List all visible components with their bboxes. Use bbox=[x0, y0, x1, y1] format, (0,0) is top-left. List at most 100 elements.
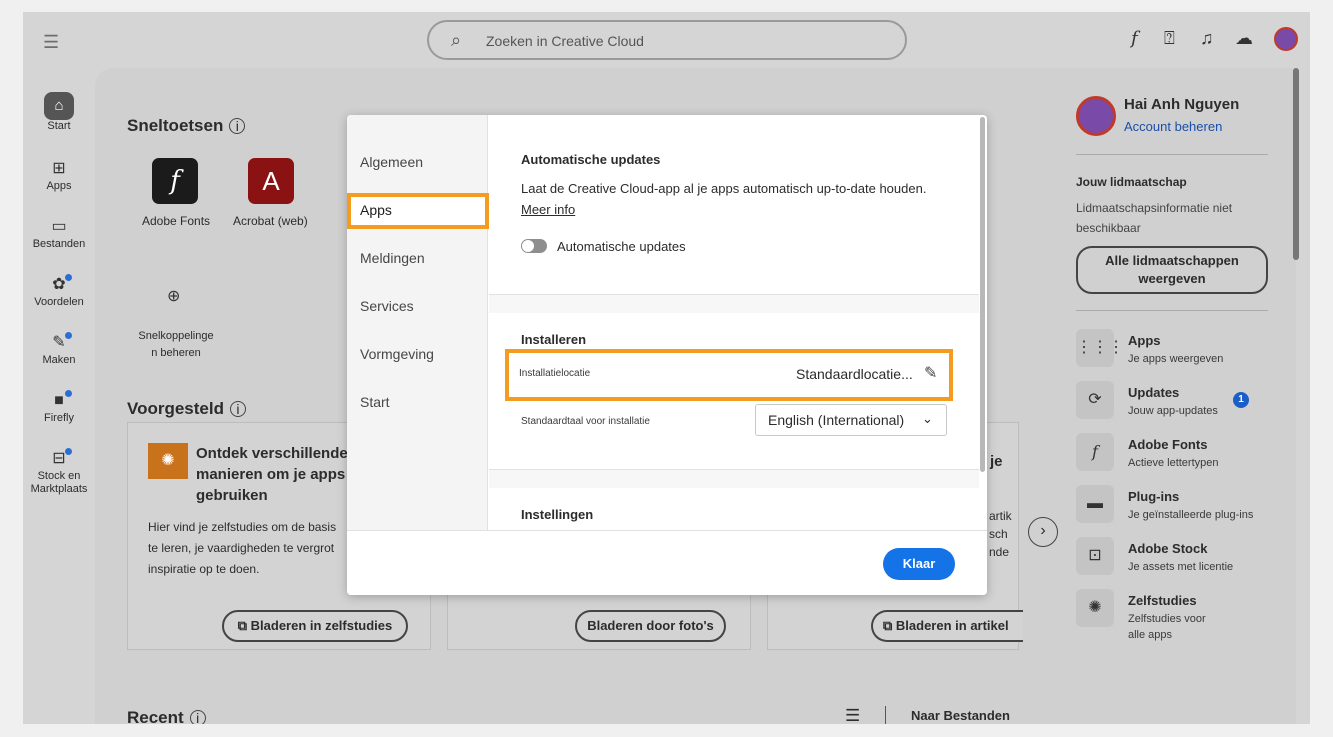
shortcuts-title: Sneltoetsen bbox=[127, 116, 224, 135]
user-name: Hai Anh Nguyen bbox=[1124, 96, 1240, 113]
manage-shortcuts-link[interactable]: Snelkoppelinge n beheren bbox=[134, 328, 218, 362]
acrobat-app-icon[interactable]: A bbox=[248, 158, 294, 204]
rail-item-bestanden[interactable]: ▭ Bestanden bbox=[23, 216, 95, 250]
nav-general[interactable]: Algemeen bbox=[360, 154, 423, 170]
plugins-link[interactable]: Plug-ins bbox=[1128, 489, 1179, 504]
rail-label: Bestanden bbox=[32, 238, 86, 250]
browse-photos-button[interactable]: Bladeren door foto's bbox=[575, 610, 726, 642]
plugin-icon[interactable]: ▬ bbox=[1076, 485, 1114, 523]
folder-icon: ▭ bbox=[51, 218, 67, 235]
updates-link[interactable]: Updates bbox=[1128, 385, 1179, 400]
home-icon: ⌂ bbox=[44, 92, 74, 120]
all-memberships-button[interactable]: Alle lidmaatschappen weergeven bbox=[1076, 246, 1268, 294]
cloud-icon[interactable]: ☁ bbox=[1235, 28, 1253, 49]
card-body: Hier vind je zelfstudies om de basis te … bbox=[148, 517, 336, 580]
notification-dot bbox=[65, 390, 72, 397]
browse-tutorials-button[interactable]: ⧉ Bladeren in zelfstudies bbox=[222, 610, 408, 642]
help-icon[interactable]: ⍰ bbox=[1164, 28, 1175, 49]
card-body-line: Hier vind je zelfstudies om de basis bbox=[148, 520, 337, 534]
more-info-link[interactable]: Meer info bbox=[521, 202, 575, 217]
adobe-fonts-label: Adobe Fonts bbox=[142, 214, 211, 228]
membership-title: Jouw lidmaatschap bbox=[1076, 175, 1187, 189]
search-input[interactable]: ⌕ Zoeken in Creative Cloud bbox=[427, 20, 907, 60]
fonts-sub: Actieve lettertypen bbox=[1128, 457, 1219, 469]
add-shortcut-icon[interactable]: ⊕ bbox=[167, 286, 180, 306]
bell-icon[interactable]: ♫ bbox=[1200, 28, 1214, 49]
card-title: Ontdek verschillende manieren om je apps… bbox=[196, 443, 354, 506]
refresh-icon[interactable]: ⟳ bbox=[1076, 381, 1114, 419]
rail-label: Stock en bbox=[37, 470, 81, 482]
rail-item-stock[interactable]: ⊟ Stock en Marktplaats bbox=[23, 448, 95, 496]
chevron-right-icon[interactable]: › bbox=[1028, 517, 1058, 547]
gift-icon: ✿ bbox=[52, 276, 66, 293]
dialog-footer: Klaar bbox=[347, 530, 987, 595]
card-body-line: inspiratie op te doen. bbox=[148, 562, 260, 576]
rail-label: Firefly bbox=[44, 412, 74, 424]
button-label: Bladeren door foto's bbox=[587, 618, 714, 633]
suggested-title: Voorgesteld bbox=[127, 399, 224, 418]
edit-pencil-icon[interactable]: ✎ bbox=[924, 363, 937, 383]
nav-apps-label: Apps bbox=[360, 202, 392, 218]
preferences-content: Automatische updates Laat de Creative Cl… bbox=[489, 115, 979, 530]
avatar[interactable] bbox=[1274, 27, 1298, 51]
notification-dot bbox=[65, 448, 72, 455]
fonts-icon[interactable]: f bbox=[1076, 433, 1114, 471]
divider bbox=[1076, 310, 1268, 311]
rail-item-maken[interactable]: ✎ Maken bbox=[23, 332, 95, 366]
nav-apps-selected[interactable]: Apps bbox=[347, 193, 489, 229]
user-avatar[interactable] bbox=[1076, 96, 1116, 136]
info-icon[interactable]: i bbox=[229, 118, 246, 134]
chevron-down-icon: ⌄ bbox=[922, 411, 933, 426]
notification-dot bbox=[65, 332, 72, 339]
card-title-line: Ontdek verschillende bbox=[196, 445, 348, 462]
to-files-link[interactable]: Naar Bestanden bbox=[911, 708, 1010, 723]
fonts-icon[interactable]: f bbox=[1131, 28, 1138, 49]
tutorials-sub: Zelfstudies voor alle apps bbox=[1128, 613, 1206, 641]
install-title: Installeren bbox=[521, 332, 587, 347]
install-location-label: Installatielocatie bbox=[519, 368, 591, 379]
external-link-icon: ⧉ bbox=[883, 618, 896, 633]
create-icon: ✎ bbox=[52, 334, 66, 351]
stock-icon[interactable]: ⊡ bbox=[1076, 537, 1114, 575]
install-location-row[interactable]: Installatielocatie Standaardlocatie... ✎ bbox=[505, 349, 953, 401]
button-label: Bladeren in artikel bbox=[895, 618, 1009, 633]
card-body: artik sch nde bbox=[989, 507, 1012, 561]
rail-item-start[interactable]: ⌂ Start bbox=[23, 92, 95, 132]
app-window: ☰ ⌕ Zoeken in Creative Cloud f ⍰ ♫ ☁ ⌂ S… bbox=[23, 12, 1310, 724]
notification-dot bbox=[65, 274, 72, 281]
default-language-select[interactable]: English (International) ⌄ bbox=[755, 404, 947, 436]
nav-appearance[interactable]: Vormgeving bbox=[360, 346, 434, 362]
info-icon[interactable]: i bbox=[229, 401, 246, 417]
rail-label: Start bbox=[47, 120, 71, 132]
adobe-stock-link[interactable]: Adobe Stock bbox=[1128, 541, 1207, 556]
tutorials-link[interactable]: Zelfstudies bbox=[1128, 593, 1197, 608]
dialog-scrollbar[interactable] bbox=[980, 117, 985, 472]
manage-label: Snelkoppelinge bbox=[138, 330, 214, 342]
firefly-icon: ■ bbox=[54, 392, 64, 409]
adobe-fonts-app-icon[interactable]: f bbox=[152, 158, 198, 204]
nav-notifications[interactable]: Meldingen bbox=[360, 250, 425, 266]
nav-start[interactable]: Start bbox=[360, 394, 390, 410]
info-icon[interactable]: i bbox=[189, 710, 206, 724]
rail-item-apps[interactable]: ⊞ Apps bbox=[23, 158, 95, 192]
manage-account-link[interactable]: Account beheren bbox=[1124, 119, 1222, 134]
card-title-fragment: je bbox=[990, 453, 1003, 470]
card-body-line: te leren, je vaardigheden te vergrot bbox=[148, 541, 335, 555]
done-button[interactable]: Klaar bbox=[883, 548, 955, 580]
menu-icon[interactable]: ☰ bbox=[43, 32, 59, 53]
grid-icon[interactable]: ⋮⋮⋮ bbox=[1076, 329, 1124, 367]
acrobat-label: Acrobat (web) bbox=[233, 214, 308, 228]
rail-item-voordelen[interactable]: ✿ Voordelen bbox=[23, 274, 95, 308]
bulb-icon[interactable]: ✺ bbox=[1076, 589, 1114, 627]
page-scrollbar[interactable] bbox=[1293, 68, 1299, 260]
search-icon: ⌕ bbox=[451, 30, 462, 50]
list-view-icon[interactable]: ☰ bbox=[845, 706, 860, 724]
browse-articles-button[interactable]: ⧉ Bladeren in artikel bbox=[871, 610, 1023, 642]
adobe-fonts-link[interactable]: Adobe Fonts bbox=[1128, 437, 1207, 452]
auto-updates-toggle[interactable] bbox=[521, 239, 547, 253]
auto-updates-text: Laat de Creative Cloud-app al je apps au… bbox=[521, 181, 927, 196]
rail-item-firefly[interactable]: ■ Firefly bbox=[23, 390, 95, 424]
apps-link[interactable]: Apps bbox=[1128, 333, 1161, 348]
divider bbox=[1076, 154, 1268, 155]
nav-services[interactable]: Services bbox=[360, 298, 414, 314]
